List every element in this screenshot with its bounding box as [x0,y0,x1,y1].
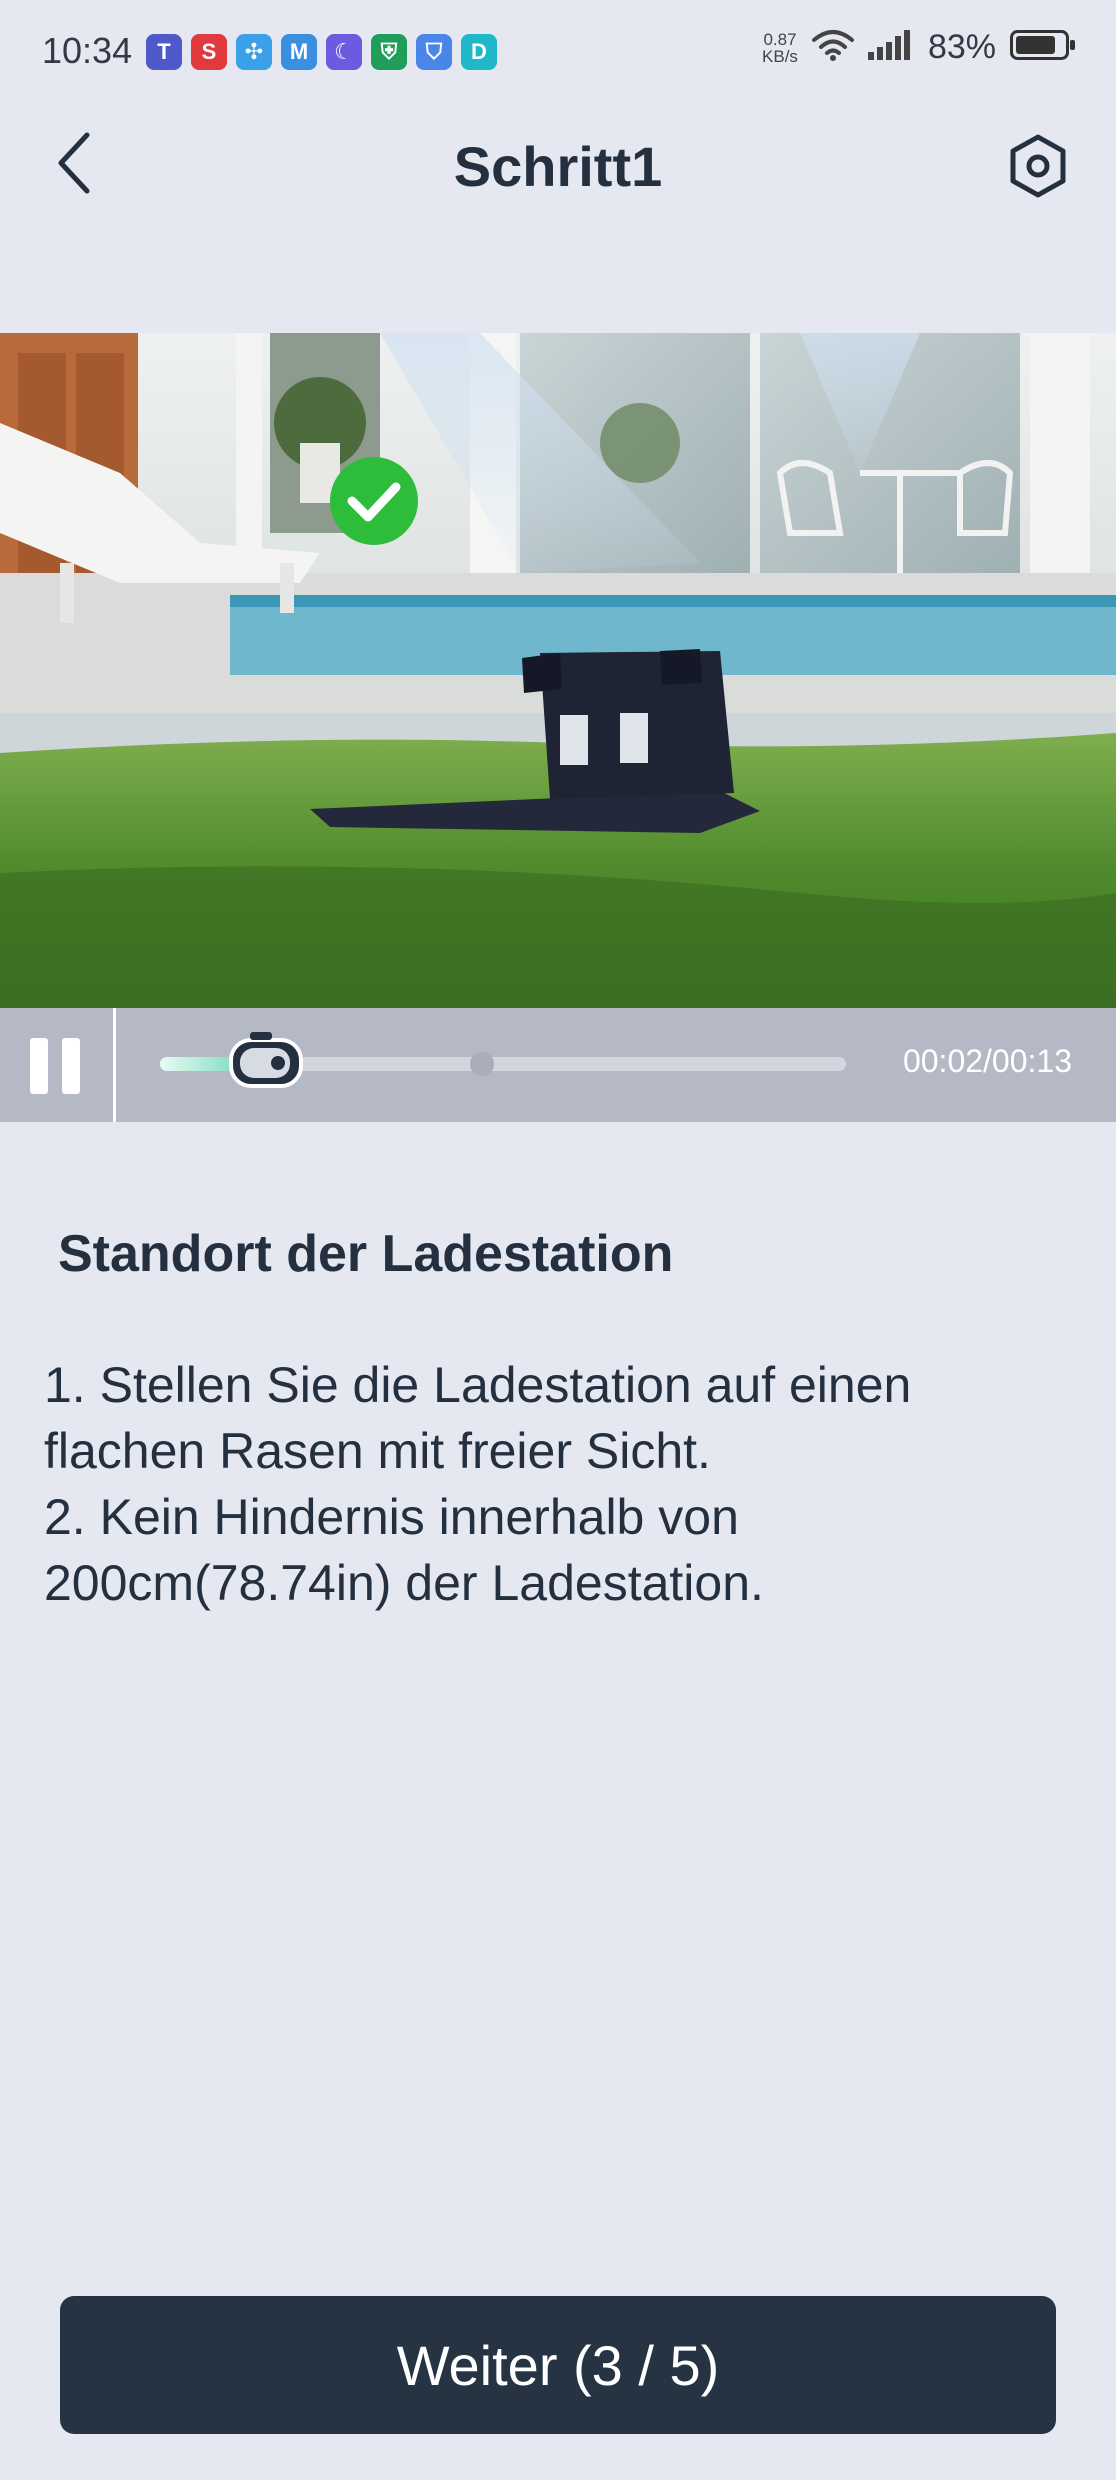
teams-icon: T [146,34,182,70]
settings-button[interactable] [1000,128,1076,204]
moon-app-icon: ☾ [326,34,362,70]
section-title: Standort der Ladestation [58,1225,674,1283]
pause-button[interactable] [26,1038,86,1094]
gear-icon [1010,134,1066,198]
network-speed: 0.87 KB/s [762,31,798,65]
video-time: 00:02/00:13 [902,1043,1072,1079]
video-frame [0,333,1116,1008]
d-app-icon: D [461,34,497,70]
app-screen: 10:34 T S ✣ M ☾ ⛨ ⛉ D 0.87 KB/s 83% Schr… [0,0,1116,2480]
header: Schritt1 [0,110,1116,220]
shield-lock-app-icon: ⛨ [371,34,407,70]
fan-app-icon: ✣ [236,34,272,70]
network-speed-value: 0.87 [763,29,797,49]
instructions: 1. Stellen Sie die Ladestation auf einen… [44,1352,1084,1616]
battery-percent: 83% [927,28,996,66]
page-title: Schritt1 [453,135,663,198]
video-player[interactable] [0,333,1116,1008]
notification-icons: T S ✣ M ☾ ⛨ ⛉ D [146,34,497,70]
next-button[interactable]: Weiter (3 / 5) [60,2296,1056,2434]
wifi-icon [811,28,854,67]
s-app-icon: S [191,34,227,70]
network-speed-unit: KB/s [762,46,798,66]
pause-icon [30,1038,48,1094]
m-app-icon: M [281,34,317,70]
progress-thumb-mower-icon[interactable] [228,1030,304,1096]
signal-icon [867,30,914,65]
status-time: 10:34 [42,30,133,71]
check-circle-icon [330,457,418,545]
status-indicators: 0.87 KB/s 83% [762,28,1076,67]
player-divider [113,1008,116,1122]
instruction-item-2: 2. Kein Hindernis innerhalb von 200cm(78… [44,1489,764,1611]
battery-icon [1010,30,1076,65]
shield-app-icon: ⛉ [416,34,452,70]
status-bar: 10:34 T S ✣ M ☾ ⛨ ⛉ D 0.87 KB/s 83% [0,0,1116,100]
instruction-item-1: 1. Stellen Sie die Ladestation auf einen… [44,1357,912,1479]
